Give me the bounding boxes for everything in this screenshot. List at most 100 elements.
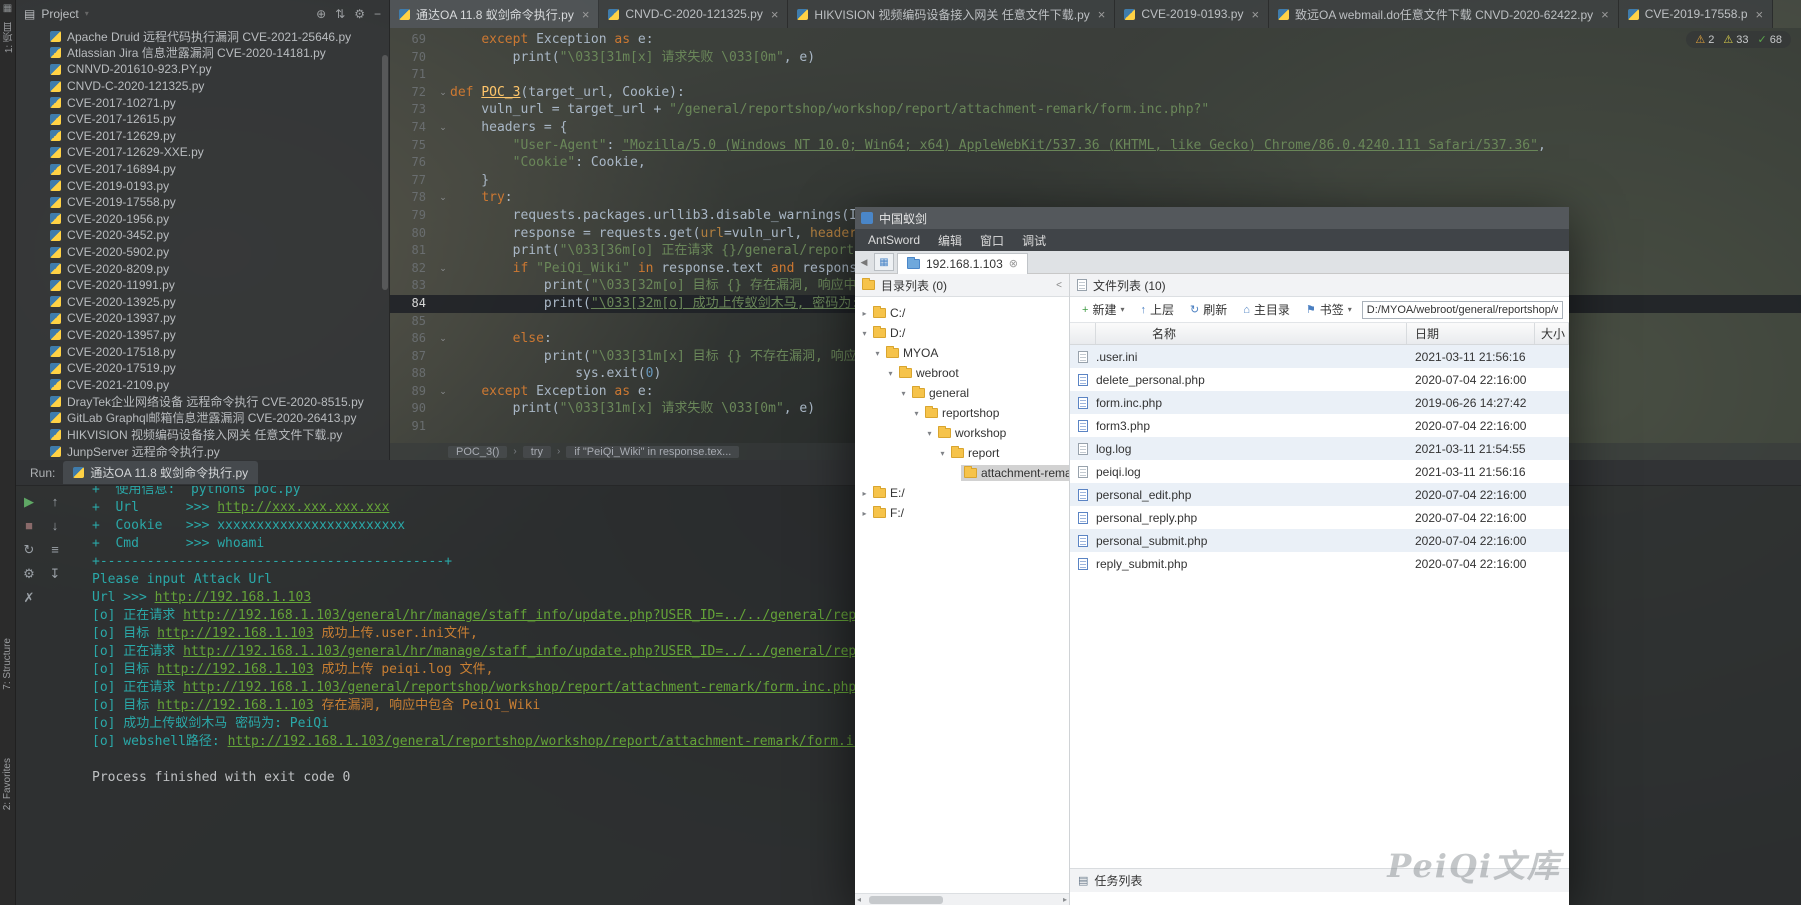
console-link[interactable]: http://192.168.1.103 [157, 698, 314, 713]
project-file[interactable]: CVE-2020-13925.py [50, 294, 389, 311]
file-row[interactable]: peiqi.log2021-03-11 21:56:16 [1070, 460, 1569, 483]
project-file[interactable]: CVE-2020-17518.py [50, 343, 389, 360]
fold-icon[interactable] [436, 295, 450, 313]
column-header-name[interactable]: 名称 [1096, 323, 1407, 344]
close-icon[interactable]: ⊗ [1009, 257, 1018, 270]
project-file[interactable]: CVE-2019-17558.py [50, 194, 389, 211]
collapse-panel-icon[interactable]: < [1056, 280, 1062, 291]
fold-icon[interactable]: ⌄ [436, 260, 450, 278]
project-file[interactable]: Apache Druid 远程代码执行漏洞 CVE-2021-25646.py [50, 28, 389, 45]
menu-编辑[interactable]: 编辑 [929, 232, 971, 249]
project-file[interactable]: CVE-2020-1956.py [50, 211, 389, 228]
file-row[interactable]: personal_reply.php2020-07-04 22:16:00 [1070, 506, 1569, 529]
editor-tab[interactable]: HIKVISION 视频编码设备接入网关 任意文件下载.py× [788, 0, 1115, 28]
console-link[interactable]: http://192.168.1.103/general/reportshop/… [228, 734, 901, 749]
line-number[interactable]: 90 [390, 400, 436, 418]
console-link[interactable]: http://192.168.1.103/general/reportshop/… [183, 680, 856, 695]
scroll-from-source-icon[interactable]: ⇅ [335, 7, 345, 21]
directory-node[interactable]: ▾workshop [855, 423, 1069, 443]
directory-node[interactable]: ▸C:/ [855, 303, 1069, 323]
project-panel-title[interactable]: Project [41, 7, 78, 21]
line-number[interactable]: 70 [390, 49, 436, 67]
shell-tab[interactable]: 192.168.1.103 ⊗ [897, 253, 1028, 274]
task-list-bar[interactable]: ▤ 任务列表 [1070, 868, 1569, 892]
project-file[interactable]: CVE-2017-10271.py [50, 94, 389, 111]
inspections-widget[interactable]: ⚠2⚠33✓68 [1686, 31, 1791, 48]
directory-node-label[interactable]: F:/ [870, 505, 907, 521]
console-link[interactable]: http://192.168.1.103 [157, 662, 314, 677]
editor-tab[interactable]: CVE-2019-0193.py× [1115, 0, 1269, 28]
antsword-title-bar[interactable]: 中国蚁剑 [855, 207, 1569, 229]
tool-window-label-structure[interactable]: 7: Structure [2, 638, 13, 690]
breadcrumb-item[interactable]: try [523, 446, 551, 458]
project-file[interactable]: CVE-2020-17519.py [50, 360, 389, 377]
scroll-right-icon[interactable]: ▸ [1063, 895, 1067, 904]
fold-icon[interactable] [436, 225, 450, 243]
close-icon[interactable]: × [1601, 7, 1609, 22]
project-file[interactable]: CVE-2019-0193.py [50, 177, 389, 194]
close-icon[interactable]: × [1251, 7, 1259, 22]
file-row[interactable]: form3.php2020-07-04 22:16:00 [1070, 414, 1569, 437]
line-number[interactable]: 81 [390, 242, 436, 260]
line-number[interactable]: 89 [390, 383, 436, 401]
project-file[interactable]: CNNVD-201610-923.PY.py [50, 61, 389, 78]
scrollbar-thumb[interactable] [869, 896, 943, 904]
fold-icon[interactable] [436, 49, 450, 67]
path-input[interactable] [1362, 301, 1563, 319]
collapse-icon[interactable]: ▾ [872, 349, 883, 358]
close-icon[interactable]: × [582, 7, 590, 22]
tab-scroll-left-icon[interactable]: ◀ [857, 257, 871, 268]
collapse-icon[interactable]: ▾ [911, 409, 922, 418]
line-number[interactable]: 91 [390, 418, 436, 436]
project-file[interactable]: JunpServer 远程命令执行.py [50, 443, 389, 460]
fold-icon[interactable]: ⌄ [436, 330, 450, 348]
project-file[interactable]: CVE-2020-13957.py [50, 327, 389, 344]
tab-grid-icon[interactable]: ▦ [874, 253, 894, 271]
fold-icon[interactable] [436, 418, 450, 436]
directory-node[interactable]: ▸F:/ [855, 503, 1069, 523]
line-number[interactable]: 72 [390, 84, 436, 102]
expand-icon[interactable]: ▸ [859, 509, 870, 518]
line-number[interactable]: 86 [390, 330, 436, 348]
line-number[interactable]: 88 [390, 365, 436, 383]
line-number[interactable]: 80 [390, 225, 436, 243]
home-directory-button[interactable]: ⌂主目录 [1237, 299, 1296, 320]
fold-icon[interactable]: ⌄ [436, 84, 450, 102]
directory-node[interactable]: ▾reportshop [855, 403, 1069, 423]
settings-icon[interactable]: ⚙ [354, 7, 365, 21]
editor-tab[interactable]: CVE-2019-17558.p× [1619, 0, 1773, 28]
hide-panel-icon[interactable]: − [374, 7, 381, 21]
rerun-button[interactable]: ▶ [24, 494, 34, 509]
directory-node-label[interactable]: D:/ [870, 325, 908, 341]
project-file[interactable]: GitLab Graphql邮箱信息泄露漏洞 CVE-2020-26413.py [50, 410, 389, 427]
fold-icon[interactable] [436, 400, 450, 418]
line-number[interactable]: 79 [390, 207, 436, 225]
directory-node-label[interactable]: attachment-remark [961, 465, 1069, 481]
project-file[interactable]: CVE-2017-12615.py [50, 111, 389, 128]
fold-icon[interactable]: ⌄ [436, 189, 450, 207]
project-scrollbar[interactable] [382, 55, 388, 290]
directory-node[interactable]: ▸E:/ [855, 483, 1069, 503]
close-icon[interactable]: × [1098, 7, 1106, 22]
breadcrumb-item[interactable]: POC_3() [448, 446, 507, 458]
tool-window-label-project[interactable]: 1: 项目 [2, 22, 17, 53]
project-file[interactable]: CVE-2017-12629-XXE.py [50, 144, 389, 161]
file-row[interactable]: personal_edit.php2020-07-04 22:16:00 [1070, 483, 1569, 506]
project-file[interactable]: CVE-2020-13937.py [50, 310, 389, 327]
directory-node[interactable]: ▾general [855, 383, 1069, 403]
editor-tab[interactable]: CNVD-C-2020-121325.py× [599, 0, 788, 28]
restart-button[interactable]: ↻ [24, 542, 35, 557]
project-file[interactable]: DrayTek企业网络设备 远程命令执行 CVE-2020-8515.py [50, 393, 389, 410]
directory-node-label[interactable]: C:/ [870, 305, 908, 321]
close-icon[interactable]: × [1756, 7, 1764, 22]
directory-node[interactable]: ▾report [855, 443, 1069, 463]
expand-icon[interactable]: ▸ [859, 489, 870, 498]
fold-icon[interactable] [436, 31, 450, 49]
file-row[interactable]: log.log2021-03-11 21:54:55 [1070, 437, 1569, 460]
fold-icon[interactable]: ⌄ [436, 383, 450, 401]
line-number[interactable]: 77 [390, 172, 436, 190]
soft-wrap-button[interactable]: ≡ [51, 542, 59, 557]
locate-icon[interactable]: ⊕ [316, 7, 326, 21]
fold-icon[interactable]: ⌄ [436, 119, 450, 137]
file-row[interactable]: delete_personal.php2020-07-04 22:16:00 [1070, 368, 1569, 391]
